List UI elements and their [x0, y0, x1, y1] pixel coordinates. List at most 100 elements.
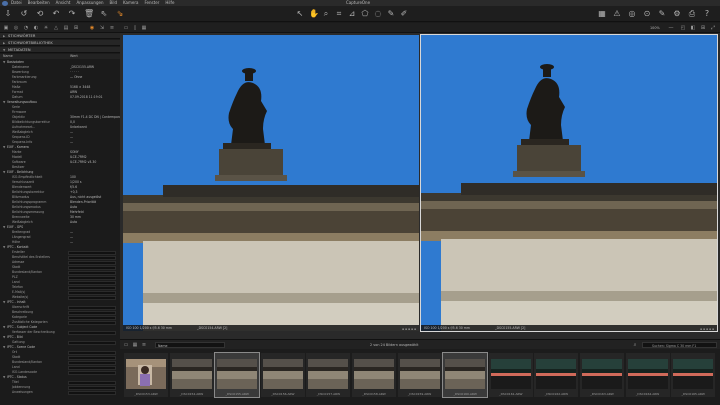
copy-adjustments-icon[interactable]: ⇖ — [100, 10, 108, 18]
pointer-icon[interactable]: ↖ — [296, 10, 304, 18]
settings-icon[interactable]: ⚙ — [673, 10, 681, 18]
color-tab-icon[interactable]: ◐ — [33, 25, 39, 31]
redo-icon[interactable]: ↷ — [68, 10, 76, 18]
capture-tab-icon[interactable]: ◎ — [13, 25, 19, 31]
filmstrip-view-icon[interactable]: ▭ — [123, 342, 129, 348]
adjustments-tab-icon[interactable]: ⊞ — [73, 25, 79, 31]
photo-left[interactable]: ISO 100 1/200 s f/5.6 30 mm _DSC0154.ARW… — [123, 35, 419, 331]
metadata-value-field[interactable] — [68, 255, 116, 260]
metadata-value-field[interactable] — [68, 260, 116, 265]
panel-metadata[interactable]: ▼ METADATEN — [0, 47, 120, 53]
trash-icon[interactable]: 🗑 — [84, 10, 94, 18]
fit-icon[interactable]: ◰ — [680, 25, 686, 31]
reset-icon[interactable]: ⟲ — [36, 10, 44, 18]
straighten-icon[interactable]: ⊿ — [348, 10, 356, 18]
thumbnail[interactable]: _DSC0156.ARW — [260, 353, 305, 397]
thumbnail[interactable]: _DSC0154.ARW — [169, 353, 214, 397]
thumbnail[interactable]: _DSC0161.ARW — [488, 353, 533, 397]
metadata-value-field[interactable] — [68, 305, 116, 310]
metadata-value-field[interactable] — [68, 270, 116, 275]
help-icon[interactable]: ? — [703, 10, 711, 18]
metadata-value-field[interactable] — [68, 310, 116, 315]
edit-icon[interactable]: ✎ — [658, 10, 666, 18]
photo-tools-right-icon[interactable]: ▪ ▪ ▪ ▪ ▪ — [700, 326, 714, 331]
zoom-icon[interactable]: ⌕ — [322, 10, 330, 18]
metadata-value-field[interactable] — [68, 330, 116, 335]
photo-right[interactable]: ISO 100 1/200 s f/5.6 30 mm _DSC0155.ARW… — [420, 34, 718, 332]
print-icon[interactable]: ⎙ — [688, 10, 696, 18]
thumbnail[interactable]: _DSC0164.ARW — [625, 353, 670, 397]
thumbnail[interactable]: _DSC0160.ARW — [442, 352, 489, 398]
metadata-value-field[interactable] — [68, 315, 116, 320]
thumbnail[interactable]: _DSC0162.ARW — [534, 353, 579, 397]
proof-icon[interactable]: ◧ — [690, 25, 696, 31]
search-input[interactable]: Suchen: Sigma C 30 mm F1 — [642, 342, 717, 348]
metadata-value-field[interactable] — [68, 370, 116, 375]
output-tab-icon[interactable]: ⇲ — [99, 25, 105, 31]
metadata-value-field[interactable] — [68, 265, 116, 270]
photo-tools-left-icon[interactable]: ▪ ▪ ▪ ▪ ▪ — [402, 326, 416, 331]
thumbnail[interactable]: _DSC0153.ARW — [124, 353, 168, 397]
library-tab-icon[interactable]: ▣ — [3, 25, 9, 31]
multi-view-icon[interactable]: ▯ — [132, 25, 138, 31]
thumbnail[interactable]: _DSC0163.ARW — [580, 353, 624, 397]
browser-view-icon[interactable]: ▦ — [141, 25, 147, 31]
metadata-value-field[interactable] — [68, 290, 116, 295]
details-tab-icon[interactable]: △ — [53, 25, 59, 31]
thumbnail-label: _DSC0159.ARW — [407, 392, 432, 396]
metadata-value-field[interactable] — [68, 360, 116, 365]
filter-icon[interactable]: ⌕ — [632, 342, 638, 348]
keystone-icon[interactable]: ⬠ — [361, 10, 369, 18]
metadata-value-field[interactable] — [68, 365, 116, 370]
fullscreen-icon[interactable]: ⤢ — [710, 25, 716, 31]
metadata-value-field[interactable] — [68, 285, 116, 290]
exposure-tab-icon[interactable]: ☀ — [43, 25, 49, 31]
spot-icon[interactable]: ◌ — [374, 10, 382, 18]
grid-icon[interactable]: ▦ — [598, 10, 606, 18]
grid-view-icon[interactable]: ▦ — [132, 342, 138, 348]
loupe-icon[interactable]: ⊙ — [643, 10, 651, 18]
warning-icon[interactable]: ⚠ — [613, 10, 621, 18]
metadata-tab-icon[interactable]: ◉ — [89, 25, 95, 31]
batch-tab-icon[interactable]: ≡ — [109, 25, 115, 31]
metadata-value-field[interactable] — [68, 275, 116, 280]
metadata-value-field[interactable] — [68, 380, 116, 385]
zoom-level[interactable]: 100% — [650, 23, 660, 33]
metadata-value-field[interactable] — [68, 390, 116, 395]
picker-icon[interactable]: ✎ — [387, 10, 395, 18]
thumbnail[interactable]: _DSC0157.ARW — [306, 353, 351, 397]
undo-icon[interactable]: ↶ — [52, 10, 60, 18]
image-viewer[interactable]: ISO 100 1/200 s f/5.6 30 mm _DSC0154.ARW… — [120, 33, 720, 339]
metadata-value-field[interactable] — [68, 295, 116, 300]
thumbnail[interactable]: _DSC0159.ARW — [397, 353, 442, 397]
list-view-icon[interactable]: ≡ — [141, 342, 147, 348]
crop-icon[interactable]: ⌗ — [335, 10, 343, 18]
zoom-slider-icon[interactable]: — — [668, 25, 674, 31]
pan-icon[interactable]: ✋ — [309, 10, 319, 18]
import-icon[interactable]: ⇩ — [4, 10, 12, 18]
single-view-icon[interactable]: ▭ — [123, 25, 129, 31]
panel-keywords[interactable]: ▶ STICHWÖRTER — [0, 33, 120, 39]
sort-select[interactable]: Name — [155, 342, 225, 348]
grid-overlay-icon[interactable]: ⊞ — [700, 25, 706, 31]
color-picker-icon[interactable]: ✐ — [400, 10, 408, 18]
focus-icon[interactable]: ◎ — [628, 10, 636, 18]
rotate-left-icon[interactable]: ↺ — [20, 10, 28, 18]
metadata-value-field[interactable] — [68, 340, 116, 345]
metadata-value-field[interactable] — [68, 350, 116, 355]
app-logo-icon[interactable] — [2, 0, 8, 6]
metadata-value-field[interactable] — [68, 280, 116, 285]
metadata-value-field[interactable] — [68, 250, 116, 255]
lens-tab-icon[interactable]: ◔ — [23, 25, 29, 31]
local-adjustments-tab-icon[interactable]: ▤ — [63, 25, 69, 31]
thumbnail[interactable]: _DSC0158.ARW — [352, 353, 396, 397]
metadata-value-field[interactable] — [68, 320, 116, 325]
apply-adjustments-icon[interactable]: ⇘ — [116, 10, 124, 18]
metadata-value-field[interactable] — [68, 385, 116, 390]
filmstrip: _DSC0153.ARW _DSC0154.ARW _DSC0155.ARW _DSC… — [120, 349, 720, 405]
metadata-value-field[interactable] — [68, 355, 116, 360]
thumbnail[interactable]: _DSC0165.ARW — [671, 353, 716, 397]
panel-keyword-library[interactable]: ▶ STICHWORTBIBLIOTHEK — [0, 40, 120, 46]
thumbnail[interactable]: _DSC0155.ARW — [214, 352, 261, 398]
thumbnail-label: _DSC0157.ARW — [316, 392, 341, 396]
